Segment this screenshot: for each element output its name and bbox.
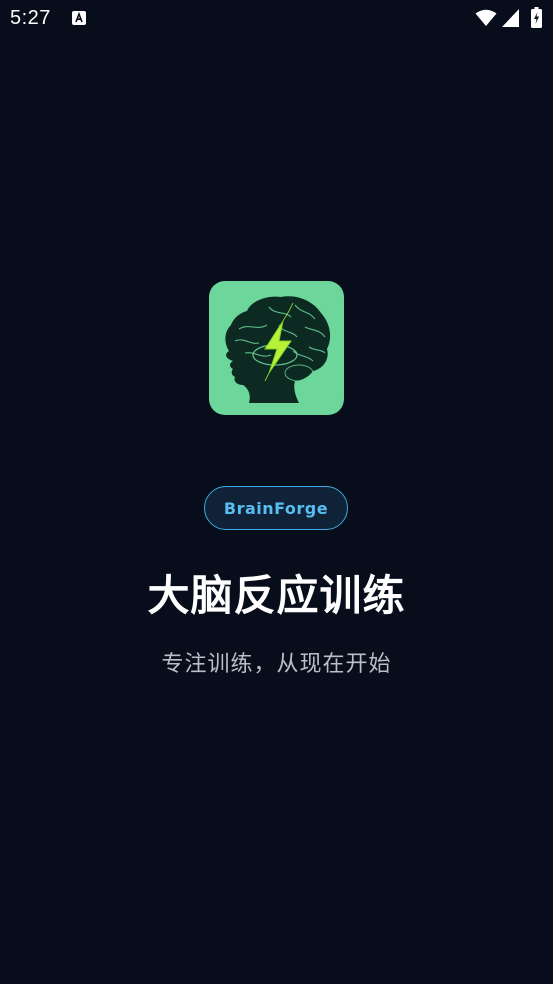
- app-subtitle: 专注训练，从现在开始: [161, 652, 392, 677]
- app-title: 大脑反应训练: [147, 571, 406, 620]
- a-letter-icon: [72, 11, 86, 25]
- wifi-icon: [475, 9, 497, 26]
- brain-lightning-icon: [225, 296, 331, 403]
- cell-signal-icon: [502, 9, 519, 27]
- brand-name: BrainForge: [223, 498, 329, 518]
- status-time: 5:27: [10, 7, 51, 29]
- app-logo: [209, 281, 344, 415]
- splash-screen: 5:27 BrainForge 大脑反应训练 专注训练，从现在开始: [0, 0, 553, 984]
- brand-badge: BrainForge: [204, 486, 348, 530]
- status-bar: 5:27: [0, 0, 553, 38]
- battery-charging-icon: [531, 7, 542, 28]
